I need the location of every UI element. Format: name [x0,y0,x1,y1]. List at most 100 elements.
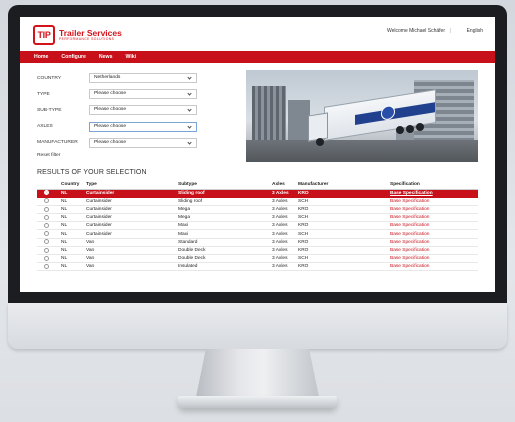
cell-manufacturer: KRO [296,246,388,256]
monitor-stand [196,349,319,397]
radio-button[interactable] [44,198,49,204]
base-specification-link[interactable]: Base Specification [388,205,478,215]
nav-configure[interactable]: Configure [61,54,86,60]
cell-type: Van [84,254,176,264]
chevron-down-icon [187,107,192,113]
type-select[interactable]: Please choose [89,89,197,100]
table-row[interactable]: NL Curtainsider Sliding roof 3 Axles KRO Base… [37,189,478,198]
base-specification-link[interactable]: Base Specification [388,229,478,239]
table-row[interactable]: NL Van Double Deck 3 Axles SCH Base Specifica… [37,254,478,264]
cell-axles: 3 Axles [270,213,296,223]
radio-button[interactable] [44,231,49,237]
base-specification-link[interactable]: Base Specification [388,238,478,247]
filter-country: COUNTRY Netherlands [37,72,237,84]
manufacturer-select[interactable]: Please choose [89,137,197,148]
cell-type: Van [84,262,176,272]
trailer-stripe [355,102,435,125]
column-header-specification[interactable]: Specification [388,180,478,190]
table-row[interactable]: NL Curtainsider Maxi 3 Axles SCH Base Specifi… [37,229,478,239]
column-header-type[interactable]: Type [84,180,176,190]
row-radio [37,205,59,215]
table-row[interactable]: NL Curtainsider Mega 3 Axles SCH Base Specifi… [37,213,478,223]
base-specification-link[interactable]: Base Specification [388,197,478,206]
base-specification-link[interactable]: Base Specification [388,246,478,256]
select-value: Please choose [94,123,127,129]
axles-select[interactable]: Please choose [89,121,197,132]
base-specification-link[interactable]: Base Specification [388,262,478,272]
table-row[interactable]: NL Curtainsider Maxi 3 Axles KRO Base Specifi… [37,221,478,231]
reset-filter-link[interactable]: Reset filter [37,153,60,158]
cell-country: NL [59,189,84,198]
monitor-stand-base [178,396,337,408]
column-header-axles[interactable]: Axles [270,180,296,190]
filter-subtype: SUB-TYPE Please choose [37,104,237,116]
column-header-manufacturer[interactable]: Manufacturer [296,180,388,190]
cell-subtype: Sliding roof [176,189,270,198]
radio-button[interactable] [44,263,49,269]
table-row[interactable]: NL Curtainsider Sliding roof 3 Axles SCH Base… [37,197,478,206]
wheel-graphic [396,126,404,134]
cell-country: NL [59,213,84,223]
cell-manufacturer: SCH [296,254,388,264]
chevron-down-icon [187,91,192,96]
radio-button[interactable] [44,247,49,253]
radio-button[interactable] [44,239,49,245]
language-selector[interactable]: English [467,28,483,34]
header-separator: | [449,28,451,34]
column-header-country[interactable]: Country [59,180,84,190]
base-specification-link[interactable]: Base Specification [388,213,478,223]
results-body: NL Curtainsider Sliding roof 3 Axles KRO Base… [37,189,478,272]
radio-button[interactable] [44,214,49,220]
cell-manufacturer: KRO [296,205,388,215]
nav-news[interactable]: News [99,54,113,60]
select-value: Please choose [94,139,127,145]
row-radio [37,229,59,239]
welcome-text: Welcome Michael Schäfer [387,28,445,34]
logo[interactable]: TIP Trailer Services PERFORMANCE SOLUTIO… [33,25,122,45]
cell-subtype: Standard [176,238,270,247]
country-select[interactable]: Netherlands [89,73,197,84]
radio-button[interactable] [44,206,49,212]
nav-wiki[interactable]: Wiki [125,54,136,60]
row-radio [37,246,59,256]
radio-button[interactable] [44,222,49,228]
screen: TIP Trailer Services PERFORMANCE SOLUTIO… [20,17,495,292]
building-graphic [252,86,286,142]
cell-subtype: Double Deck [176,246,270,256]
filter-axles: AXLES Please choose [37,121,237,133]
cell-type: Curtainsider [84,197,176,206]
cell-country: NL [59,221,84,231]
cell-axles: 3 Axles [270,254,296,264]
base-specification-link[interactable]: Base Specification [388,254,478,264]
filter-label: AXLES [37,124,53,130]
road-graphic [246,140,478,162]
chevron-down-icon [187,124,192,129]
building-graphic [288,100,310,142]
cell-subtype: Insulated [176,262,270,272]
nav-home[interactable]: Home [34,54,48,60]
cell-type: Curtainsider [84,221,176,231]
table-row[interactable]: NL Curtainsider Mega 3 Axles KRO Base Specifi… [37,205,478,215]
column-header-select [37,180,59,190]
row-radio [37,238,59,247]
table-header-row: Country Type Subtype Axles Manufacturer … [37,180,478,190]
subtype-select[interactable]: Please choose [89,105,197,116]
radio-button[interactable] [44,255,49,261]
column-header-subtype[interactable]: Subtype [176,180,270,190]
cell-manufacturer: KRO [296,221,388,231]
filter-type: TYPE Please choose [37,88,237,100]
table-row[interactable]: NL Van Standard 3 Axles KRO Base Specificatio… [37,238,478,247]
row-radio [37,197,59,206]
base-specification-link[interactable]: Base Specification [388,189,478,198]
base-specification-link[interactable]: Base Specification [388,221,478,231]
filter-manufacturer: MANUFACTURER Please choose [37,137,237,149]
cell-subtype: Double Deck [176,254,270,264]
cell-manufacturer: SCH [296,213,388,223]
row-radio [37,221,59,231]
radio-button[interactable] [44,190,49,196]
table-row[interactable]: NL Van Double Deck 3 Axles KRO Base Specifica… [37,246,478,256]
filter-label: MANUFACTURER [37,140,78,146]
monitor-chin [8,303,507,349]
table-row[interactable]: NL Van Insulated 3 Axles KRO Base Specificati… [37,262,478,272]
cell-type: Curtainsider [84,205,176,215]
